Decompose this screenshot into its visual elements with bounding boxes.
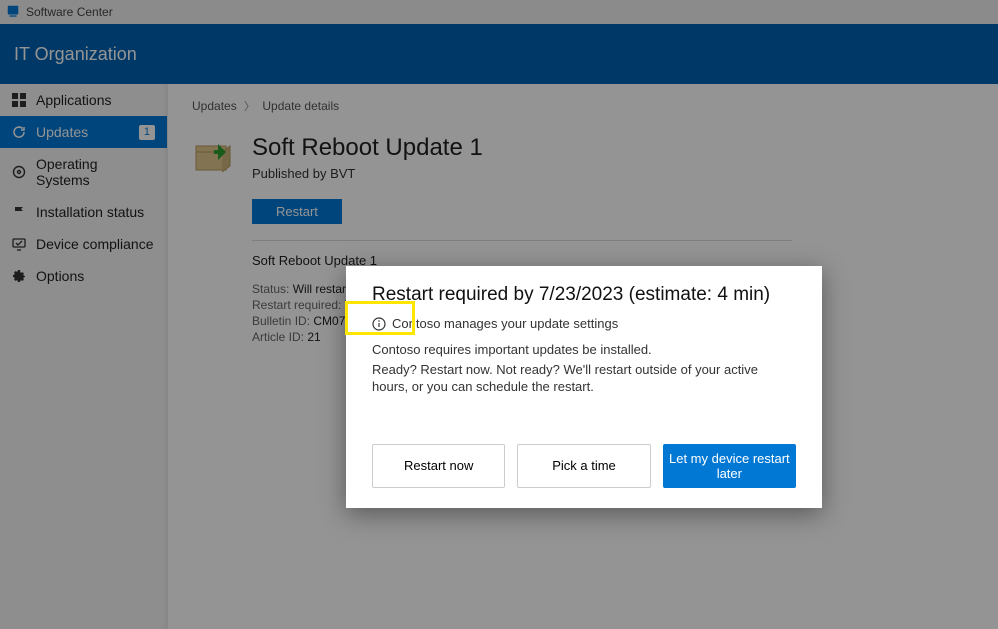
- dialog-title: Restart required by 7/23/2023 (estimate:…: [372, 284, 796, 306]
- restart-now-button[interactable]: Restart now: [372, 444, 505, 488]
- dialog-body-2: Ready? Restart now. Not ready? We'll res…: [372, 361, 796, 396]
- info-icon: [372, 317, 386, 331]
- dialog-body-1: Contoso requires important updates be in…: [372, 341, 796, 359]
- dialog-info-text: Contoso manages your update settings: [392, 316, 618, 331]
- dialog-info-line: Contoso manages your update settings: [372, 316, 796, 331]
- pick-a-time-button[interactable]: Pick a time: [517, 444, 650, 488]
- restart-required-dialog: Restart required by 7/23/2023 (estimate:…: [346, 266, 822, 508]
- restart-later-button[interactable]: Let my device restart later: [663, 444, 796, 488]
